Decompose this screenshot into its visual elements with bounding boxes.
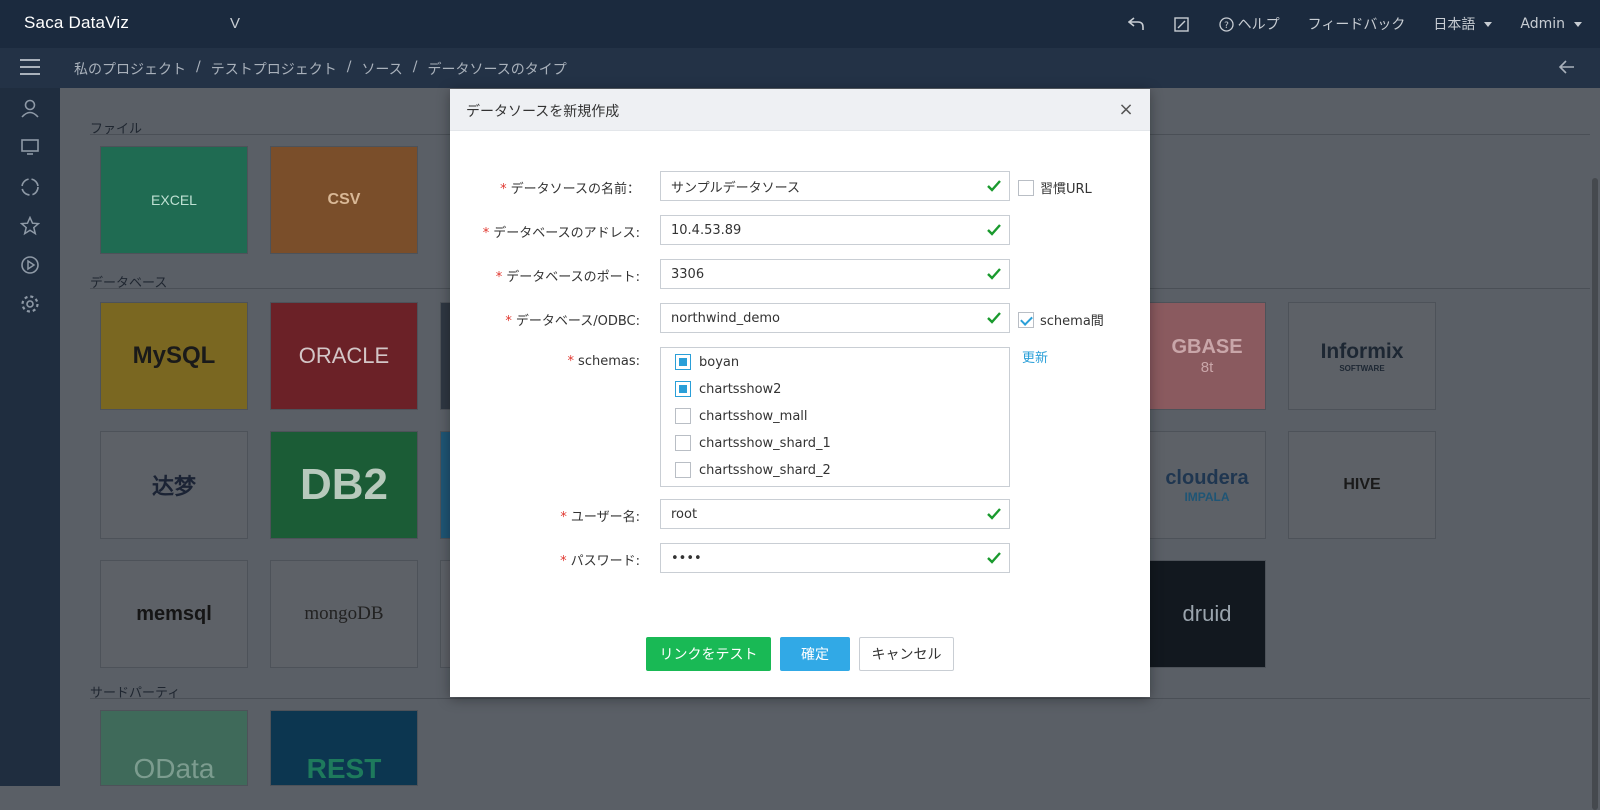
valid-check-icon — [987, 180, 1001, 192]
db-port-label: * データベースのポート: — [495, 270, 640, 285]
left-sidebar — [0, 88, 60, 786]
db-port-input[interactable]: 3306 — [660, 259, 1010, 289]
password-input[interactable]: •••• — [660, 543, 1010, 573]
username-input[interactable]: root — [660, 499, 1010, 529]
schema-item-chartsshow2[interactable]: chartsshow2 — [675, 380, 781, 398]
back-arrow-icon[interactable] — [1558, 59, 1578, 77]
new-datasource-dialog: データソースを新規作成 × * データソースの名前： サンプルデータソース 習慣U… — [450, 89, 1150, 697]
custom-url-checkbox[interactable]: 習慣URL — [1018, 178, 1092, 197]
db-odbc-label: * データベース/ODBC: — [505, 314, 640, 329]
tile-mysql[interactable]: MySQL — [100, 302, 248, 410]
valid-check-icon — [987, 224, 1001, 236]
breadcrumb-item-source-type: データソースのタイプ — [427, 62, 567, 78]
valid-check-icon — [987, 268, 1001, 280]
tile-memsql[interactable]: memsql — [100, 560, 248, 668]
schema-item-boyan[interactable]: boyan — [675, 353, 739, 371]
breadcrumb-item-source[interactable]: ソース — [361, 59, 402, 79]
tile-odata[interactable]: OData — [100, 710, 248, 786]
user-icon[interactable] — [19, 97, 41, 119]
confirm-button[interactable]: 確定 — [780, 637, 850, 671]
edit-icon[interactable] — [1173, 15, 1191, 33]
tile-informix[interactable]: Informix SOFTWARE — [1288, 302, 1436, 410]
test-connection-button[interactable]: リンクをテスト — [646, 637, 771, 671]
sync-icon[interactable] — [19, 176, 41, 198]
row-db-odbc: * データベース/ODBC: northwind_demo schema間 — [450, 303, 1150, 333]
schemas-list: boyan chartsshow2 chartsshow_mall charts… — [660, 347, 1010, 487]
monitor-icon[interactable] — [19, 136, 41, 158]
star-icon[interactable] — [19, 215, 41, 237]
tile-csv[interactable]: CSV — [270, 146, 418, 254]
schema-item-chartsshow-shard-1[interactable]: chartsshow_shard_1 — [675, 434, 831, 452]
top-right-menu: ? ヘルプ フィードバック 日本語 Admin — [1127, 0, 1582, 48]
schema-checkbox — [675, 435, 691, 451]
tile-rest[interactable]: REST — [270, 710, 418, 786]
tile-hive[interactable]: HIVE — [1288, 431, 1436, 539]
tile-mongodb[interactable]: mongoDB — [270, 560, 418, 668]
settings-gear-icon[interactable] — [19, 293, 41, 315]
schema-between-checkbox[interactable]: schema間 — [1018, 310, 1104, 329]
db-odbc-input[interactable]: northwind_demo — [660, 303, 1010, 333]
refresh-schemas-link[interactable]: 更新 — [1022, 347, 1048, 366]
schema-checkbox — [675, 462, 691, 478]
datasource-name-input[interactable]: サンプルデータソース — [660, 171, 1010, 201]
breadcrumb-item-my-projects[interactable]: 私のプロジェクト — [74, 59, 186, 79]
svg-text:?: ? — [1224, 21, 1229, 31]
undo-icon[interactable] — [1127, 15, 1145, 33]
valid-check-icon — [987, 552, 1001, 564]
user-dropdown[interactable]: Admin — [1520, 16, 1582, 32]
help-link[interactable]: ? ヘルプ — [1218, 14, 1280, 34]
username-label: * ユーザー名: — [560, 510, 640, 525]
close-icon[interactable]: × — [1118, 99, 1134, 120]
top-navigation-bar: Saca DataViz V ? ヘルプ フィードバック 日本語 Admin — [0, 0, 1600, 48]
dialog-title: データソースを新規作成 — [466, 104, 620, 120]
row-db-port: * データベースのポート: 3306 — [450, 259, 1150, 289]
tile-druid[interactable]: druid — [1148, 560, 1266, 668]
schema-item-chartsshow-mall[interactable]: chartsshow_mall — [675, 407, 808, 425]
chevron-down-icon — [1574, 21, 1582, 27]
breadcrumb: 私のプロジェクト / テストプロジェクト / ソース / データソースのタイプ — [74, 59, 567, 79]
valid-check-icon — [987, 312, 1001, 324]
dialog-header: データソースを新規作成 × — [450, 89, 1150, 131]
language-dropdown[interactable]: 日本語 — [1433, 14, 1493, 34]
tile-gbase[interactable]: GBASE 8t — [1148, 302, 1266, 410]
schema-checkbox — [675, 381, 691, 397]
version-mark: V — [230, 15, 241, 32]
tile-oracle[interactable]: ORACLE — [270, 302, 418, 410]
play-icon[interactable] — [19, 254, 41, 276]
feedback-link[interactable]: フィードバック — [1308, 14, 1406, 34]
tile-db2[interactable]: DB2 — [270, 431, 418, 539]
app-logo[interactable]: Saca DataViz V — [24, 13, 240, 33]
tile-dameng[interactable]: 达梦 — [100, 431, 248, 539]
help-icon: ? — [1218, 16, 1234, 32]
breadcrumb-bar: 私のプロジェクト / テストプロジェクト / ソース / データソースのタイプ — [0, 48, 1600, 88]
db-address-label: * データベースのアドレス: — [482, 226, 640, 241]
page-scrollbar[interactable] — [1592, 178, 1598, 810]
row-db-address: * データベースのアドレス: 10.4.53.89 — [450, 215, 1150, 245]
tile-excel[interactable]: EXCEL — [100, 146, 248, 254]
cancel-button[interactable]: キャンセル — [859, 637, 954, 671]
row-password: * パスワード: •••• — [450, 543, 1150, 573]
schemas-label: * schemas: — [567, 354, 640, 369]
datasource-name-label: * データソースの名前： — [500, 182, 640, 197]
password-label: * パスワード: — [560, 554, 640, 569]
chevron-down-icon — [1484, 21, 1493, 27]
tile-cloudera-impala[interactable]: cloudera IMPALA — [1148, 431, 1266, 539]
schema-checkbox — [675, 354, 691, 370]
menu-toggle-icon[interactable] — [20, 59, 40, 77]
row-schemas: * schemas: boyan chartsshow2 chartsshow_m… — [450, 347, 1150, 487]
breadcrumb-item-test-project[interactable]: テストプロジェクト — [211, 59, 337, 79]
db-address-input[interactable]: 10.4.53.89 — [660, 215, 1010, 245]
row-datasource-name: * データソースの名前： サンプルデータソース 習慣URL — [450, 171, 1150, 201]
schema-checkbox — [675, 408, 691, 424]
schema-item-chartsshow-shard-2[interactable]: chartsshow_shard_2 — [675, 461, 831, 479]
row-username: * ユーザー名: root — [450, 499, 1150, 529]
valid-check-icon — [987, 508, 1001, 520]
